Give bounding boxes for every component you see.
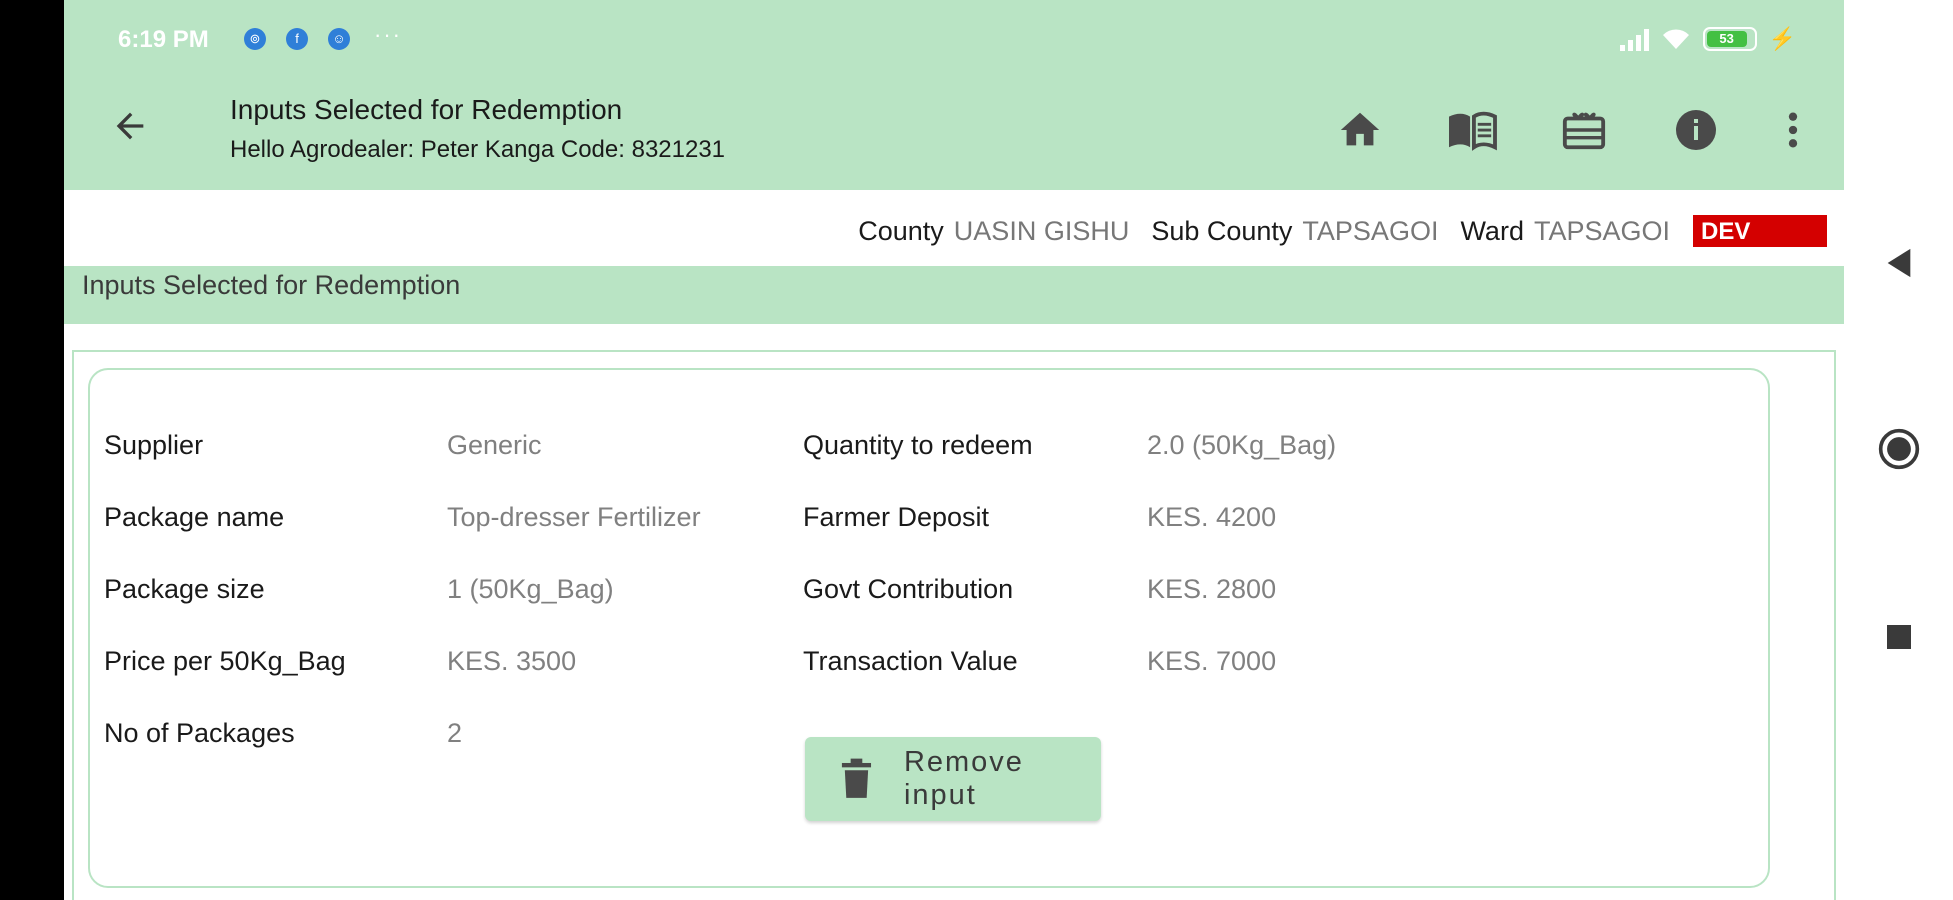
book-icon xyxy=(1449,111,1497,151)
supplier-value: Generic xyxy=(447,430,542,460)
trash-icon xyxy=(841,758,872,798)
app-bar-actions xyxy=(1330,100,1808,160)
farmer-deposit-label: Farmer Deposit xyxy=(803,502,990,532)
packages-count-value: 2 xyxy=(447,718,463,748)
nav-recents-button[interactable] xyxy=(1876,614,1922,660)
page-title: Inputs Selected for Redemption xyxy=(230,94,623,125)
supplier-label: Supplier xyxy=(104,430,204,460)
packages-count-label: No of Packages xyxy=(104,718,295,748)
status-time: 6:19 PM xyxy=(118,26,209,53)
catalog-button[interactable] xyxy=(1442,100,1502,160)
screen: 6:19 PM ⊚ f ☺ ··· 53 ⚡ Inputs Selected f… xyxy=(0,0,1953,900)
arrow-back-icon xyxy=(116,112,144,140)
environment-badge: DEV xyxy=(1692,214,1828,248)
location-info-row: County UASIN GISHU Sub County TAPSAGOI W… xyxy=(64,196,1844,266)
home-icon xyxy=(1340,112,1380,146)
more-vertical-icon xyxy=(1788,112,1798,148)
info-button[interactable] xyxy=(1666,100,1726,160)
triangle-back-icon xyxy=(1887,248,1911,278)
page-subtitle: Hello Agrodealer: Peter Kanga Code: 8321… xyxy=(230,136,726,163)
transaction-value: KES. 7000 xyxy=(1147,646,1277,676)
overflow-menu-button[interactable] xyxy=(1778,100,1808,160)
home-button[interactable] xyxy=(1330,100,1390,160)
subcounty-value: TAPSAGOI xyxy=(1302,215,1439,246)
app-bar: Inputs Selected for Redemption Hello Agr… xyxy=(64,80,1844,190)
signal-icon xyxy=(1619,27,1649,51)
more-notifications-icon: ··· xyxy=(374,22,402,47)
info-icon xyxy=(1676,110,1716,150)
govt-contribution-value: KES. 2800 xyxy=(1147,574,1277,604)
package-name-value: Top-dresser Fertilizer xyxy=(447,502,701,532)
remove-input-button[interactable]: Remove input xyxy=(805,737,1101,821)
package-name-label: Package name xyxy=(104,502,285,532)
quantity-value: 2.0 (50Kg_Bag) xyxy=(1147,430,1337,460)
messenger-icon: ⊚ xyxy=(244,28,266,50)
subcounty-label: Sub County xyxy=(1151,215,1293,246)
ward-label: Ward xyxy=(1460,215,1524,246)
left-edge-strip xyxy=(0,0,64,900)
status-indicators: 53 ⚡ xyxy=(1619,26,1796,52)
circle-home-icon xyxy=(1878,428,1920,470)
package-size-value: 1 (50Kg_Bag) xyxy=(447,574,614,604)
govt-contribution-label: Govt Contribution xyxy=(803,574,1014,604)
county-label: County xyxy=(858,215,944,246)
quantity-label: Quantity to redeem xyxy=(803,430,1033,460)
square-recents-icon xyxy=(1887,625,1911,649)
chat-icon: ☺ xyxy=(328,28,350,50)
section-header: Inputs Selected for Redemption xyxy=(64,266,1844,324)
ward-value: TAPSAGOI xyxy=(1533,215,1670,246)
status-bar: 6:19 PM ⊚ f ☺ ··· 53 ⚡ xyxy=(64,0,1844,80)
battery-icon: 53 xyxy=(1702,27,1757,51)
section-title: Inputs Selected for Redemption xyxy=(82,270,461,300)
farmer-deposit-value: KES. 4200 xyxy=(1147,502,1277,532)
nav-back-button[interactable] xyxy=(1876,240,1922,286)
voucher-button[interactable] xyxy=(1554,100,1614,160)
package-size-label: Package size xyxy=(104,574,265,604)
gift-card-icon xyxy=(1562,112,1606,150)
back-button[interactable] xyxy=(104,100,156,152)
remove-input-label: Remove input xyxy=(903,746,1024,811)
system-navigation-bar xyxy=(1844,0,1953,900)
wifi-icon xyxy=(1662,29,1689,49)
nav-home-button[interactable] xyxy=(1876,426,1922,472)
facebook-icon: f xyxy=(286,28,308,50)
app-window: 6:19 PM ⊚ f ☺ ··· 53 ⚡ Inputs Selected f… xyxy=(64,0,1844,900)
battery-level: 53 xyxy=(1706,31,1747,47)
county-value: UASIN GISHU xyxy=(953,215,1130,246)
transaction-value-label: Transaction Value xyxy=(803,646,1018,676)
price-value: KES. 3500 xyxy=(447,646,577,676)
charging-icon: ⚡ xyxy=(1768,26,1796,51)
price-label: Price per 50Kg_Bag xyxy=(104,646,346,676)
